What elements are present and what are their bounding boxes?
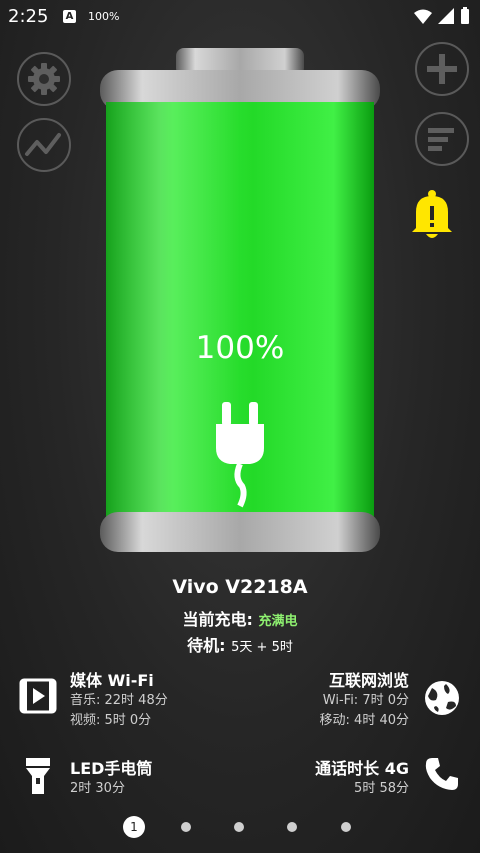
page-indicator: 1 [0,816,480,838]
page-dot-3[interactable] [234,822,244,832]
plus-icon [427,54,457,84]
add-button[interactable] [415,42,469,96]
media-wifi-stat: 媒体 Wi-Fi 音乐: 22时 48分 视频: 5时 0分 [70,667,168,731]
battery-percentage: 100% [195,330,285,366]
status-battery-text: 100% [88,10,120,23]
media-wifi-title: 媒体 Wi-Fi [70,671,154,690]
internet-wifi-time: Wi-Fi: 7时 0分 [322,693,409,708]
standby-value: 5天 + 5时 [231,640,293,655]
alarm-bell-icon[interactable] [408,188,456,244]
wifi-icon [414,9,432,24]
call-time: 5时 58分 [354,781,409,796]
list-icon [428,128,454,151]
led-flashlight-stat: LED手电筒 2时 30分 [70,755,152,799]
flashlight-icon [26,758,50,794]
battery-graphic [100,48,380,552]
chart-icon [25,133,61,156]
media-music-time: 音乐: 22时 48分 [70,693,168,708]
led-title: LED手电筒 [70,759,153,778]
charge-status: 当前充电: 充满电 [0,606,480,630]
status-time: 2:25 [8,6,49,27]
battery-bottom-rim [100,512,380,552]
menu-list-button[interactable] [415,112,469,166]
history-chart-button[interactable] [17,118,71,172]
device-name: Vivo V2218A [172,576,308,598]
status-bar: 2:25 A 100% [0,0,480,34]
internet-title: 互联网浏览 [328,671,409,690]
charge-status-label: 当前充电: [182,610,259,629]
settings-button[interactable] [17,52,71,106]
charge-status-value: 充满电 [258,614,298,629]
app-notification-icon: A [63,10,76,23]
media-icon [19,678,57,714]
standby-time: 待机: 5天 + 5时 [0,632,480,656]
signal-icon [438,8,454,24]
battery-status-icon [461,9,469,24]
page-dot-5[interactable] [341,822,351,832]
call-title: 通话时长 4G [315,759,409,778]
led-time: 2时 30分 [70,781,125,796]
page-dot-1[interactable]: 1 [123,816,145,838]
gear-icon [28,63,60,95]
phone-icon [425,758,458,790]
page-dot-2[interactable] [181,822,191,832]
standby-label: 待机: [187,636,232,655]
internet-mobile-time: 移动: 4时 40分 [319,713,409,728]
page-dot-4[interactable] [287,822,297,832]
status-icons [414,7,469,24]
call-time-stat: 通话时长 4G 5时 58分 [315,755,409,799]
media-video-time: 视频: 5时 0分 [70,713,152,728]
globe-icon [425,681,459,715]
internet-stat: 互联网浏览 Wi-Fi: 7时 0分 移动: 4时 40分 [320,667,409,731]
